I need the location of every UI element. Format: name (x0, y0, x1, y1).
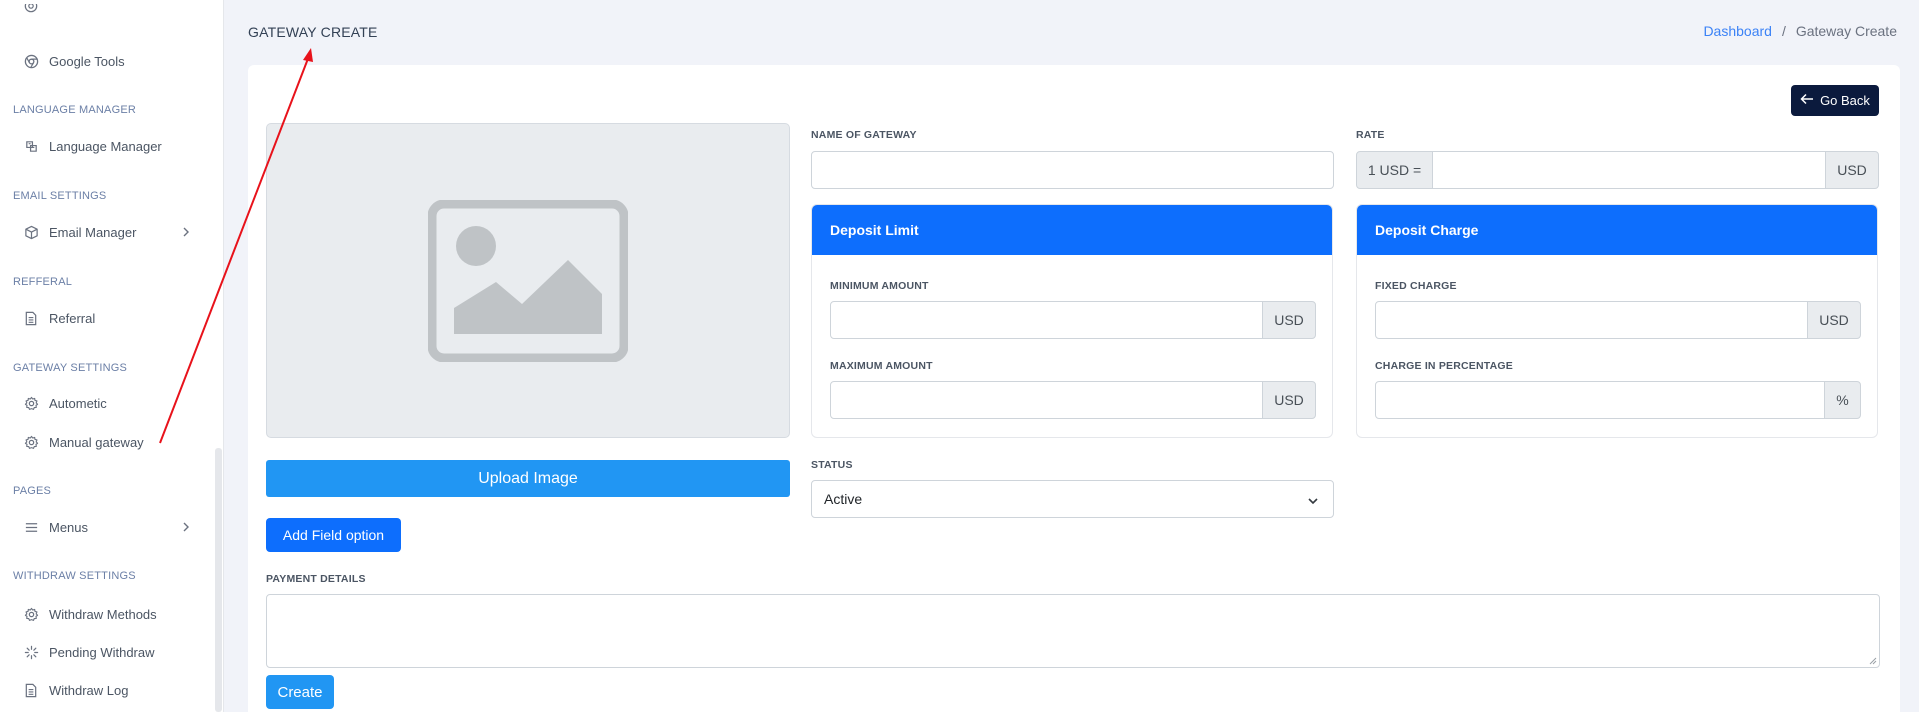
breadcrumb: Dashboard / Gateway Create (1703, 23, 1897, 39)
create-button[interactable]: Create (266, 675, 334, 709)
sidebar-item-pending-withdraw[interactable]: Pending Withdraw (0, 636, 205, 668)
sidebar-item-label: Withdraw Log (49, 682, 129, 698)
gear-icon (23, 606, 39, 622)
rate-label: RATE (1356, 129, 1385, 141)
chrome-icon (23, 4, 39, 14)
sidebar-item-label: Google Tools (49, 53, 125, 69)
fixed-charge-label: FIXED CHARGE (1375, 280, 1457, 292)
charge-percentage-input[interactable] (1375, 381, 1825, 419)
maximum-amount-suffix: USD (1262, 381, 1316, 419)
charge-percentage-label: CHARGE IN PERCENTAGE (1375, 360, 1513, 372)
sidebar-item-label: Menus (49, 519, 89, 535)
status-label: STATUS (811, 459, 853, 471)
sidebar-item-referral[interactable]: Referral (0, 302, 205, 334)
status-value: Active (824, 491, 863, 507)
deposit-limit-title: Deposit Limit (812, 205, 1332, 255)
sidebar-item-email-manager[interactable]: Email Manager (0, 216, 205, 248)
sidebar-item-label: Language Manager (49, 138, 162, 154)
minimum-amount-input[interactable] (830, 301, 1263, 339)
sidebar-item-manual-gateway[interactable]: Manual gateway (0, 426, 205, 458)
chevron-right-icon (179, 520, 193, 534)
sidebar-scrollbar[interactable] (215, 448, 222, 712)
rate-suffix: USD (1825, 151, 1879, 189)
image-preview (266, 123, 790, 438)
sidebar-item-withdraw-log[interactable]: Withdraw Log (0, 674, 205, 706)
sidebar-item-google-tools[interactable]: Google Tools (0, 45, 205, 77)
charge-percentage-suffix: % (1824, 381, 1861, 419)
sidebar-section-title: EMAIL SETTINGS (13, 190, 107, 202)
go-back-button[interactable]: Go Back (1791, 85, 1879, 116)
deposit-charge-title: Deposit Charge (1357, 205, 1877, 255)
sidebar-item-language-manager[interactable]: Language Manager (0, 130, 205, 162)
sidebar-item-label: Referral (49, 310, 96, 326)
language-icon (23, 138, 39, 154)
sidebar-section-title: WITHDRAW SETTINGS (13, 570, 136, 582)
maximum-amount-input[interactable] (830, 381, 1263, 419)
sidebar-section-title: REFFERAL (13, 276, 73, 288)
fixed-charge-input[interactable] (1375, 301, 1808, 339)
sidebar-section-title: PAGES (13, 485, 52, 497)
sidebar-item-label: Pending Withdraw (49, 644, 155, 660)
arrow-left-icon (1800, 93, 1814, 108)
resize-grip-icon[interactable] (1869, 657, 1877, 665)
rate-prefix: 1 USD = (1356, 151, 1433, 189)
rate-input[interactable] (1432, 151, 1826, 189)
chevron-down-icon (1307, 494, 1319, 506)
sidebar-item-label: Autometic (49, 395, 107, 411)
image-placeholder-icon (428, 199, 628, 362)
gear-icon (23, 434, 39, 450)
box-icon (23, 224, 39, 240)
page-title: GATEWAY CREATE (248, 24, 378, 40)
document-icon (23, 682, 39, 698)
breadcrumb-separator: / (1781, 23, 1786, 39)
sidebar-item-menus[interactable]: Menus (0, 511, 205, 543)
status-select[interactable]: Active (811, 480, 1334, 518)
breadcrumb-dashboard-link[interactable]: Dashboard (1703, 23, 1772, 39)
sidebar-item-label: Manual gateway (49, 434, 144, 450)
minimum-amount-suffix: USD (1262, 301, 1316, 339)
sidebar-item-withdraw-methods[interactable]: Withdraw Methods (0, 598, 205, 630)
breadcrumb-current: Gateway Create (1795, 23, 1897, 39)
chrome-icon (23, 53, 39, 69)
add-field-option-button[interactable]: Add Field option (266, 518, 401, 552)
upload-image-button[interactable]: Upload Image (266, 460, 790, 497)
menu-icon (23, 519, 39, 535)
chevron-right-icon (179, 225, 193, 239)
maximum-amount-label: MAXIMUM AMOUNT (830, 360, 933, 372)
gateway-name-input[interactable] (811, 151, 1334, 189)
go-back-label: Go Back (1820, 93, 1870, 108)
loader-icon (23, 644, 39, 660)
document-icon (23, 310, 39, 326)
fixed-charge-suffix: USD (1807, 301, 1861, 339)
sidebar-item-autometic[interactable]: Autometic (0, 387, 205, 419)
sidebar-section-title: GATEWAY SETTINGS (13, 362, 128, 374)
gear-icon (23, 395, 39, 411)
payment-details-label: PAYMENT DETAILS (266, 573, 366, 585)
sidebar-item-label: Withdraw Methods (49, 606, 157, 622)
sidebar: Google Tools LANGUAGE MANAGER Language M… (0, 0, 224, 712)
sidebar-item-clipped[interactable] (0, 4, 205, 22)
payment-details-textarea[interactable] (266, 594, 1880, 668)
name-of-gateway-label: NAME OF GATEWAY (811, 129, 917, 141)
sidebar-section-title: LANGUAGE MANAGER (13, 104, 137, 116)
sidebar-item-label: Email Manager (49, 224, 137, 240)
minimum-amount-label: MINIMUM AMOUNT (830, 280, 929, 292)
